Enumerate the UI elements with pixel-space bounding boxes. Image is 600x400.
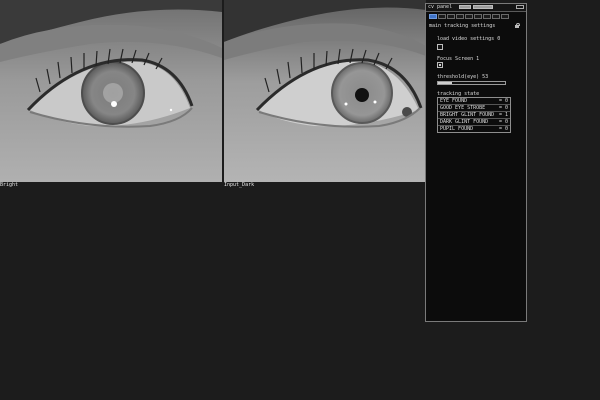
tracking-name: DARK GLINT FOUND: [440, 119, 489, 125]
panel-tabs: [429, 14, 509, 19]
panel-tab[interactable]: [456, 14, 464, 19]
panel-tab[interactable]: [438, 14, 446, 19]
panel-title: cv panel: [428, 4, 453, 10]
threshold-slider[interactable]: [437, 81, 506, 85]
panel-tab[interactable]: [492, 14, 500, 19]
tracking-row: PUPIL FOUND = 0: [438, 126, 510, 132]
panel-tab[interactable]: [447, 14, 455, 19]
threshold-slider-fill: [438, 82, 453, 84]
tracking-row: BRIGHT GLINT FOUND = 1: [438, 112, 510, 119]
tracking-row: EYE FOUND = 0: [438, 98, 510, 105]
panel-title-button[interactable]: [459, 5, 471, 9]
tracking-value: = 0: [498, 105, 508, 111]
eye-image-dark: [224, 0, 426, 182]
tracking-value: = 0: [498, 126, 508, 132]
panel-title-button[interactable]: [473, 5, 493, 9]
panel-tab[interactable]: [429, 14, 437, 19]
tracking-value: = 0: [498, 98, 508, 104]
tracking-row: DARK GLINT FOUND = 0: [438, 119, 510, 126]
focus-screen-toggle[interactable]: [437, 62, 443, 68]
focus-screen-label: Focus Screen 1: [437, 56, 480, 62]
camera-view-dark: [224, 0, 426, 182]
tracking-value: = 0: [498, 119, 508, 125]
panel-tab[interactable]: [483, 14, 491, 19]
cv-panel: cv panel main tracking settings load vid…: [425, 3, 527, 322]
panel-tab[interactable]: [501, 14, 509, 19]
lock-icon[interactable]: [515, 23, 520, 28]
panel-tab[interactable]: [474, 14, 482, 19]
camera-view-bright: [0, 0, 222, 182]
tracking-name: GOOD EYE STROBE: [440, 105, 486, 111]
tracking-name: EYE FOUND: [440, 98, 468, 104]
view-caption-bright: Bright: [0, 182, 19, 188]
minimize-icon[interactable]: [516, 5, 524, 9]
tracking-value: = 1: [498, 112, 508, 118]
tracking-state-table: EYE FOUND = 0 GOOD EYE STROBE = 0 BRIGHT…: [437, 97, 511, 133]
section-title: main tracking settings: [429, 23, 496, 29]
panel-tab[interactable]: [465, 14, 473, 19]
tracking-name: BRIGHT GLINT FOUND: [440, 112, 495, 118]
tracking-row: GOOD EYE STROBE = 0: [438, 105, 510, 112]
load-video-settings-toggle[interactable]: [437, 44, 443, 50]
eye-image-bright: [0, 0, 222, 182]
view-caption-dark: Input_Dark: [224, 182, 255, 188]
panel-titlebar[interactable]: cv panel: [426, 4, 526, 12]
load-video-settings-label: load video settings 0: [437, 36, 501, 42]
threshold-label: threshold(eye) 53: [437, 74, 489, 80]
tracking-name: PUPIL FOUND: [440, 126, 474, 132]
